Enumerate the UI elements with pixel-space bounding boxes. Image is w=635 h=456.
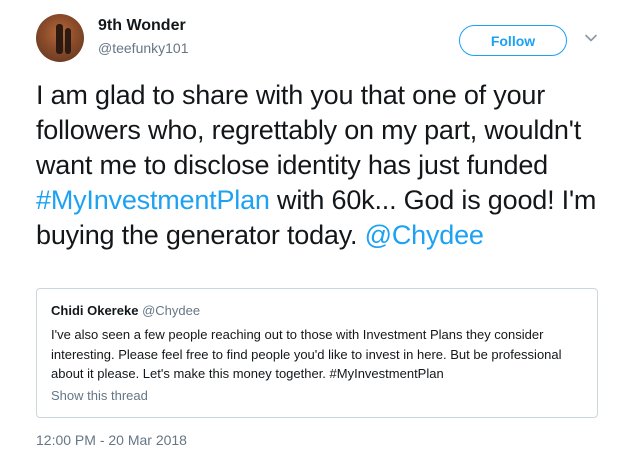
- quoted-tweet-text: I've also seen a few people reaching out…: [51, 327, 562, 381]
- avatar-figure: [65, 28, 71, 54]
- avatar-figure: [56, 24, 63, 54]
- tweet-text: I am glad to share with you that one of …: [36, 78, 606, 253]
- hashtag-link[interactable]: #MyInvestmentPlan: [36, 185, 270, 215]
- tweet-card: 9th Wonder @teefunky101 Follow I am glad…: [0, 0, 635, 456]
- tweet-timestamp[interactable]: 12:00 PM - 20 Mar 2018: [36, 432, 187, 448]
- author-handle[interactable]: @teefunky101: [98, 40, 189, 56]
- follow-button[interactable]: Follow: [459, 25, 567, 56]
- show-thread-link[interactable]: Show this thread: [51, 388, 148, 403]
- author-name[interactable]: 9th Wonder: [98, 17, 186, 35]
- quoted-author-name: Chidi Okereke: [51, 303, 139, 318]
- quoted-tweet-header: Chidi Okereke @Chydee: [51, 303, 200, 318]
- quoted-author-handle: @Chydee: [142, 303, 201, 318]
- avatar[interactable]: [36, 14, 84, 62]
- quoted-tweet[interactable]: Chidi Okereke @Chydee I've also seen a f…: [36, 288, 598, 418]
- tweet-text-part: I am glad to share with you that one of …: [36, 80, 582, 180]
- chevron-down-icon[interactable]: [582, 29, 600, 47]
- mention-link[interactable]: @Chydee: [365, 220, 484, 250]
